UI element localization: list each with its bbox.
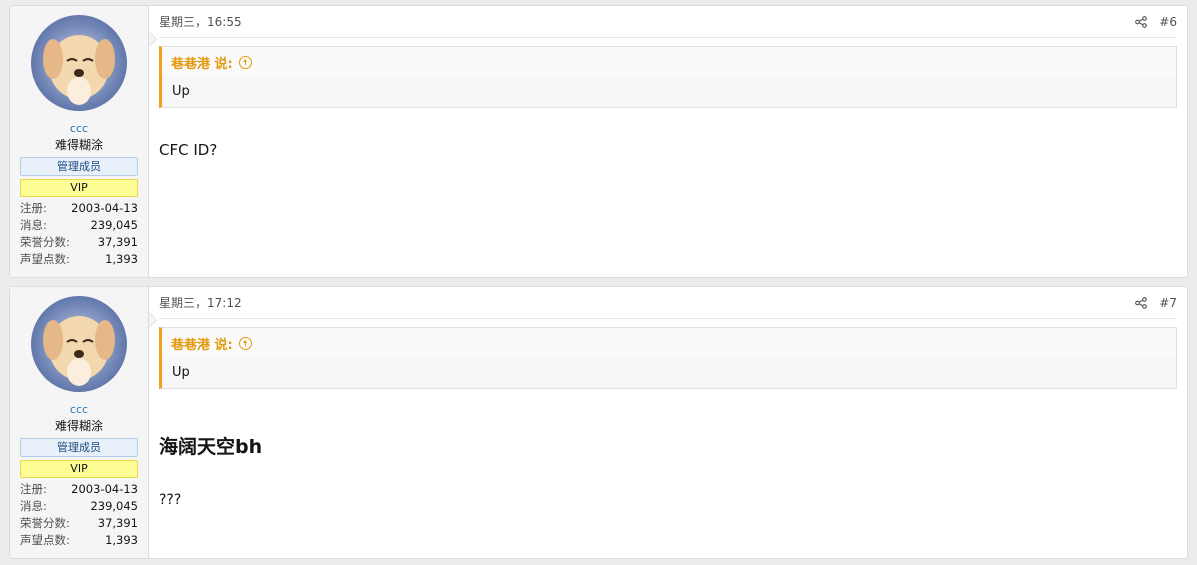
arrow-up-circle-icon[interactable] bbox=[238, 336, 252, 350]
arrow-up-circle-icon[interactable] bbox=[238, 55, 252, 69]
post: ccc 难得糊涂 管理成员 VIP 注册: 2003-04-13 消息: 239,0… bbox=[9, 286, 1188, 559]
share-icon[interactable] bbox=[1135, 296, 1148, 309]
quote-header[interactable]: 巷巷港 说: bbox=[162, 47, 1176, 77]
stat-row: 消息: 239,045 bbox=[20, 218, 138, 232]
post-meta: 星期三，16:55 #6 bbox=[159, 6, 1177, 38]
user-title: 难得糊涂 bbox=[54, 138, 103, 152]
stat-row: 荣誉分数: 37,391 bbox=[20, 235, 138, 249]
username[interactable]: ccc bbox=[20, 122, 138, 136]
share-icon[interactable] bbox=[1135, 15, 1148, 28]
staff-badge: 管理成员 bbox=[20, 438, 138, 457]
vip-badge: VIP bbox=[20, 460, 138, 478]
user-stats: 注册: 2003-04-13 消息: 239,045 荣誉分数: 37,391 声望点… bbox=[20, 481, 138, 549]
user-cell: ccc 难得糊涂 管理成员 VIP 注册: 2003-04-13 消息: 239,0… bbox=[10, 287, 157, 558]
post-body: ??? bbox=[159, 492, 182, 508]
user-avatar[interactable] bbox=[31, 15, 127, 111]
quote-author[interactable]: 巷巷港 说: bbox=[171, 334, 233, 353]
staff-badge: 管理成员 bbox=[20, 157, 138, 176]
post-meta: 星期三，17:12 #7 bbox=[159, 287, 1177, 319]
stat-row: 注册: 2003-04-13 bbox=[20, 201, 138, 215]
quote-text: Up bbox=[172, 365, 190, 380]
quote-block: 巷巷港 说: Up bbox=[159, 46, 1177, 108]
quote-header[interactable]: 巷巷港 说: bbox=[162, 328, 1176, 358]
post-heading: 海阔天空bh bbox=[159, 436, 263, 458]
stat-row: 注册: 2003-04-13 bbox=[20, 482, 138, 496]
quote-author[interactable]: 巷巷港 说: bbox=[171, 53, 233, 72]
post-number[interactable]: #7 bbox=[1159, 296, 1177, 310]
stat-row: 声望点数: 1,393 bbox=[20, 252, 138, 266]
quote-block: 巷巷港 说: Up bbox=[159, 327, 1177, 389]
user-title: 难得糊涂 bbox=[54, 419, 103, 433]
post-content: 星期三，17:12 #7 巷巷港 说: Up 海阔天空bh ??? bbox=[149, 287, 1187, 558]
user-avatar[interactable] bbox=[31, 296, 127, 392]
post-body: CFC ID? bbox=[159, 141, 218, 159]
user-cell: ccc 难得糊涂 管理成员 VIP 注册: 2003-04-13 消息: 239,0… bbox=[10, 6, 157, 277]
post-number[interactable]: #6 bbox=[1159, 15, 1177, 29]
post-time[interactable]: 星期三，17:12 bbox=[159, 294, 242, 311]
vip-badge: VIP bbox=[20, 179, 138, 197]
post: ccc 难得糊涂 管理成员 VIP 注册: 2003-04-13 消息: 239,0… bbox=[9, 5, 1188, 278]
post-content: 星期三，16:55 #6 巷巷港 说: Up CFC ID? bbox=[149, 6, 1187, 277]
username[interactable]: ccc bbox=[20, 403, 138, 417]
post-time[interactable]: 星期三，16:55 bbox=[159, 13, 242, 30]
stat-row: 荣誉分数: 37,391 bbox=[20, 516, 138, 530]
user-stats: 注册: 2003-04-13 消息: 239,045 荣誉分数: 37,391 声望点… bbox=[20, 200, 138, 268]
stat-row: 消息: 239,045 bbox=[20, 499, 138, 513]
quote-text: Up bbox=[172, 84, 190, 99]
stat-row: 声望点数: 1,393 bbox=[20, 533, 138, 547]
